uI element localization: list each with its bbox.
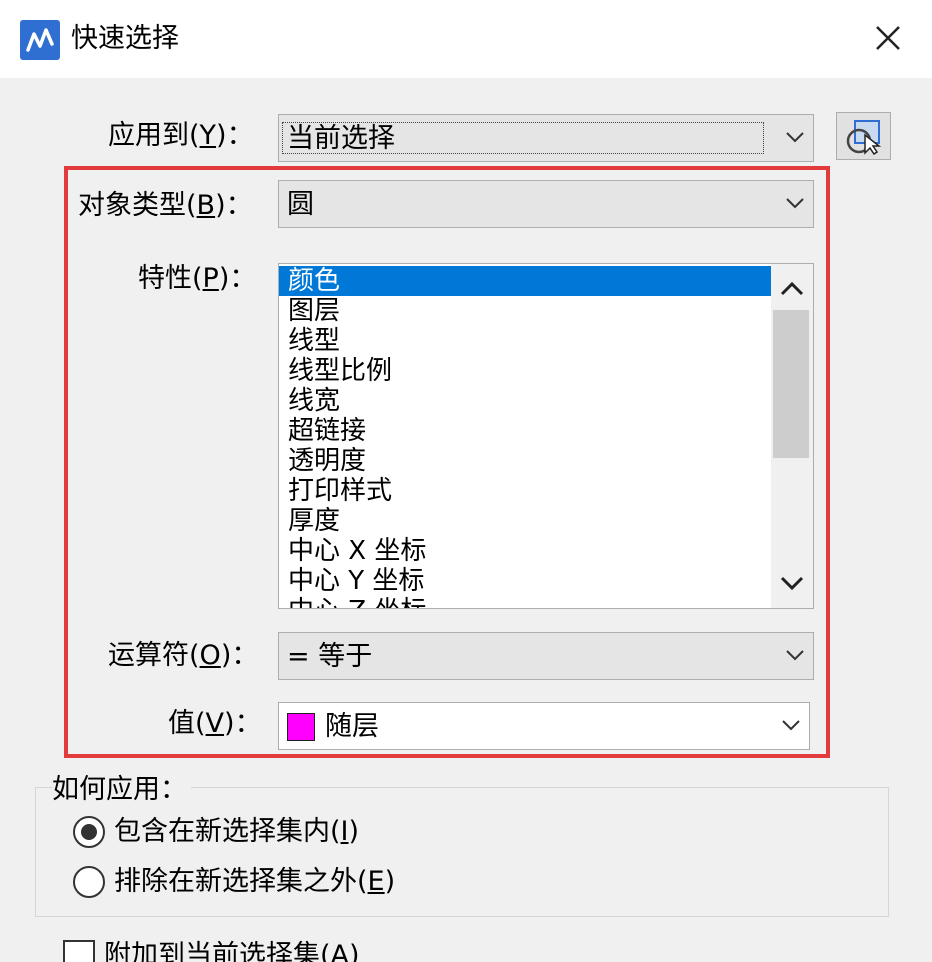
- title-bar: 快速选择: [0, 0, 932, 78]
- exclude-radio[interactable]: [73, 866, 105, 898]
- close-icon: [876, 26, 900, 50]
- list-item[interactable]: 超链接: [279, 416, 771, 446]
- how-to-apply-title: 如何应用：: [52, 770, 191, 810]
- object-type-value: 圆: [287, 189, 314, 220]
- object-type-label: 对象类型(B)：: [78, 190, 253, 221]
- focus-rectangle: [282, 122, 764, 154]
- chevron-down-icon: [785, 196, 805, 210]
- apply-to-label: 应用到(Y)：: [108, 120, 254, 151]
- chevron-up-icon: [780, 281, 804, 296]
- list-item[interactable]: 中心 Y 坐标: [279, 566, 771, 596]
- color-swatch: [287, 713, 315, 741]
- include-radio-label[interactable]: 包含在新选择集内(I): [114, 812, 359, 852]
- list-item[interactable]: 中心 Z 坐标: [279, 596, 771, 608]
- window-title: 快速选择: [71, 23, 179, 54]
- append-checkbox-label[interactable]: 附加到当前选择集(A): [104, 936, 360, 962]
- exclude-radio-label[interactable]: 排除在新选择集之外(E): [114, 862, 395, 902]
- properties-list[interactable]: 颜色图层线型线型比例线宽超链接透明度打印样式厚度中心 X 坐标中心 Y 坐标中心…: [278, 263, 814, 609]
- value-label: 值(V)：: [168, 708, 262, 739]
- object-type-select[interactable]: 圆: [278, 180, 814, 228]
- operator-value: = 等于: [287, 641, 373, 672]
- chevron-down-icon: [785, 130, 805, 144]
- chevron-down-icon: [780, 576, 804, 591]
- list-item[interactable]: 中心 X 坐标: [279, 536, 771, 566]
- operator-select[interactable]: = 等于: [278, 632, 814, 680]
- value-text: 随层: [325, 711, 379, 742]
- app-logo-icon: [20, 20, 60, 60]
- append-checkbox[interactable]: [63, 940, 95, 962]
- scroll-up-button[interactable]: [771, 268, 813, 308]
- chevron-down-icon: [785, 648, 805, 662]
- list-item[interactable]: 线型比例: [279, 356, 771, 386]
- list-item[interactable]: 线型: [279, 326, 771, 356]
- list-item[interactable]: 颜色: [279, 266, 771, 296]
- list-item[interactable]: 打印样式: [279, 476, 771, 506]
- scroll-down-button[interactable]: [771, 564, 813, 604]
- properties-scrollbar[interactable]: [771, 264, 813, 608]
- list-item[interactable]: 透明度: [279, 446, 771, 476]
- list-item[interactable]: 线宽: [279, 386, 771, 416]
- value-select[interactable]: 随层: [278, 702, 810, 750]
- close-button[interactable]: [864, 14, 912, 62]
- select-objects-button[interactable]: [836, 112, 891, 160]
- select-objects-icon: [846, 120, 882, 155]
- operator-label: 运算符(O)：: [108, 640, 259, 671]
- include-radio[interactable]: [73, 816, 105, 848]
- properties-items: 颜色图层线型线型比例线宽超链接透明度打印样式厚度中心 X 坐标中心 Y 坐标中心…: [279, 266, 771, 608]
- scroll-thumb[interactable]: [773, 310, 809, 458]
- list-item[interactable]: 图层: [279, 296, 771, 326]
- chevron-down-icon: [781, 718, 801, 732]
- properties-label: 特性(P)：: [138, 263, 257, 294]
- list-item[interactable]: 厚度: [279, 506, 771, 536]
